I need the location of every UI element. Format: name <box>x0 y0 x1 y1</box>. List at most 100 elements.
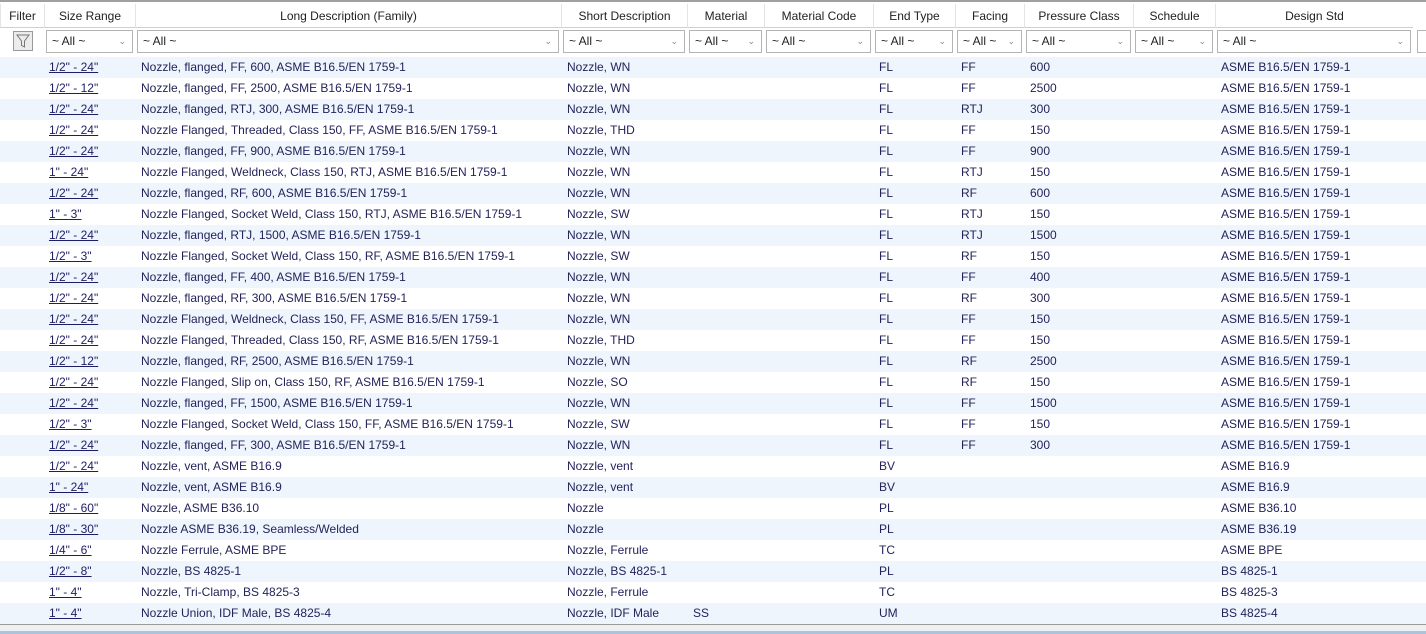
cell-short-description: Nozzle, WN <box>567 102 631 116</box>
cell-end-type: FL <box>879 333 894 347</box>
cell-short-description: Nozzle, WN <box>567 396 631 410</box>
filter-dropdown-design-std[interactable]: ~ All ~ ⌄ <box>1217 30 1411 53</box>
table-row[interactable]: 1/2" - 24" Nozzle, flanged, FF, 1500, ASM… <box>0 393 1426 414</box>
table-row[interactable]: 1/2" - 24" Nozzle, flanged, RTJ, 300, ASM… <box>0 99 1426 120</box>
size-range-link[interactable]: 1/8" - 60" <box>49 498 134 519</box>
size-range-link[interactable]: 1/2" - 24" <box>49 183 134 204</box>
cell-end-type: FL <box>879 438 894 452</box>
size-range-link[interactable]: 1/2" - 24" <box>49 372 134 393</box>
table-row[interactable]: 1/2" - 12" Nozzle, flanged, RF, 2500, ASM… <box>0 351 1426 372</box>
table-row[interactable]: 1/2" - 24" Nozzle, flanged, RF, 600, ASME… <box>0 183 1426 204</box>
table-row[interactable]: 1/2" - 8" Nozzle, BS 4825-1 Nozzle, BS 482… <box>0 561 1426 582</box>
table-row[interactable]: 1/2" - 24" Nozzle Flanged, Threaded, Clas… <box>0 330 1426 351</box>
table-row[interactable]: 1/2" - 24" Nozzle, flanged, FF, 900, ASME… <box>0 141 1426 162</box>
table-row[interactable]: 1/2" - 24" Nozzle, flanged, FF, 400, ASME… <box>0 267 1426 288</box>
filter-dropdown-short-description[interactable]: ~ All ~ ⌄ <box>563 30 685 53</box>
table-row[interactable]: 1" - 4" Nozzle Union, IDF Male, BS 4825-4… <box>0 603 1426 624</box>
table-row[interactable]: 1/2" - 24" Nozzle, flanged, FF, 600, ASME… <box>0 57 1426 78</box>
size-range-link[interactable]: 1/2" - 24" <box>49 141 134 162</box>
table-row[interactable]: 1/2" - 24" Nozzle, vent, ASME B16.9 Nozzle… <box>0 456 1426 477</box>
size-range-link[interactable]: 1/2" - 24" <box>49 267 134 288</box>
table-row[interactable]: 1/8" - 60" Nozzle, ASME B36.10 Nozzle PL ASM… <box>0 498 1426 519</box>
column-header-design-std[interactable]: Design Std <box>1215 4 1413 28</box>
size-range-link[interactable]: 1/2" - 24" <box>49 309 134 330</box>
size-range-link[interactable]: 1" - 24" <box>49 477 134 498</box>
table-row[interactable]: 1/2" - 24" Nozzle, flanged, FF, 300, ASME… <box>0 435 1426 456</box>
cell-end-type: FL <box>879 228 894 242</box>
column-header-size-range[interactable]: Size Range <box>44 4 135 28</box>
size-range-link[interactable]: 1/2" - 24" <box>49 57 134 78</box>
cell-end-type: FL <box>879 270 894 284</box>
cell-long-description-family-: Nozzle, flanged, FF, 2500, ASME B16.5/EN… <box>141 81 413 95</box>
filter-button[interactable] <box>13 31 33 51</box>
cell-short-description: Nozzle, Ferrule <box>567 585 649 599</box>
column-header-pressure-class[interactable]: Pressure Class <box>1024 4 1133 28</box>
horizontal-scrollbar[interactable] <box>0 624 1426 634</box>
size-range-link[interactable]: 1/8" - 30" <box>49 519 134 540</box>
size-range-link[interactable]: 1/2" - 24" <box>49 288 134 309</box>
size-range-link[interactable]: 1/2" - 24" <box>49 120 134 141</box>
filter-value: ~ All ~ <box>569 34 603 48</box>
cell-long-description-family-: Nozzle Flanged, Weldneck, Class 150, FF,… <box>141 312 499 326</box>
size-range-link[interactable]: 1/2" - 3" <box>49 414 134 435</box>
cell-long-description-family-: Nozzle Union, IDF Male, BS 4825-4 <box>141 606 332 620</box>
table-row[interactable]: 1/2" - 24" Nozzle, flanged, RTJ, 1500, AS… <box>0 225 1426 246</box>
table-row[interactable]: 1/2" - 24" Nozzle Flanged, Threaded, Clas… <box>0 120 1426 141</box>
table-row[interactable]: 1" - 24" Nozzle, vent, ASME B16.9 Nozzle, … <box>0 477 1426 498</box>
cell-short-description: Nozzle, THD <box>567 123 635 137</box>
size-range-link[interactable]: 1/2" - 24" <box>49 456 134 477</box>
table-row[interactable]: 1/2" - 24" Nozzle Flanged, Weldneck, Clas… <box>0 309 1426 330</box>
cell-short-description: Nozzle, SW <box>567 207 630 221</box>
filter-value: ~ All ~ <box>1141 34 1175 48</box>
table-row[interactable]: 1/2" - 3" Nozzle Flanged, Socket Weld, Cl… <box>0 414 1426 435</box>
cell-pressure-class: 150 <box>1030 375 1051 389</box>
filter-dropdown-material[interactable]: ~ All ~ ⌄ <box>689 30 762 53</box>
size-range-link[interactable]: 1/2" - 24" <box>49 225 134 246</box>
table-row[interactable]: 1/2" - 24" Nozzle Flanged, Slip on, Class… <box>0 372 1426 393</box>
table-row[interactable]: 1/4" - 6" Nozzle Ferrule, ASME BPE Nozzle,… <box>0 540 1426 561</box>
size-range-link[interactable]: 1/2" - 24" <box>49 393 134 414</box>
size-range-link[interactable]: 1/2" - 8" <box>49 561 134 582</box>
column-header-facing[interactable]: Facing <box>955 4 1024 28</box>
filter-dropdown-extra[interactable] <box>1417 30 1426 53</box>
table-row[interactable]: 1/8" - 30" Nozzle ASME B36.19, Seamless/W… <box>0 519 1426 540</box>
table-row[interactable]: 1" - 4" Nozzle, Tri-Clamp, BS 4825-3 Nozzl… <box>0 582 1426 603</box>
column-header-material-code[interactable]: Material Code <box>764 4 873 28</box>
column-header-long-description-family-[interactable]: Long Description (Family) <box>135 4 561 28</box>
filter-dropdown-long-description-family-[interactable]: ~ All ~ ⌄ <box>137 30 559 53</box>
table-row[interactable]: 1/2" - 3" Nozzle Flanged, Socket Weld, Cl… <box>0 246 1426 267</box>
cell-long-description-family-: Nozzle, BS 4825-1 <box>141 564 242 578</box>
size-range-link[interactable]: 1/2" - 12" <box>49 351 134 372</box>
cell-long-description-family-: Nozzle, flanged, FF, 900, ASME B16.5/EN … <box>141 144 406 158</box>
size-range-link[interactable]: 1/4" - 6" <box>49 540 134 561</box>
filter-dropdown-pressure-class[interactable]: ~ All ~ ⌄ <box>1026 30 1131 53</box>
filter-dropdown-schedule[interactable]: ~ All ~ ⌄ <box>1135 30 1213 53</box>
size-range-link[interactable]: 1" - 3" <box>49 204 134 225</box>
filter-dropdown-facing[interactable]: ~ All ~ ⌄ <box>957 30 1022 53</box>
column-header-filter[interactable]: Filter <box>0 4 44 28</box>
filter-value: ~ All ~ <box>52 34 86 48</box>
column-header-short-description[interactable]: Short Description <box>561 4 687 28</box>
cell-long-description-family-: Nozzle ASME B36.19, Seamless/Welded <box>141 522 359 536</box>
size-range-link[interactable]: 1/2" - 12" <box>49 78 134 99</box>
size-range-link[interactable]: 1/2" - 3" <box>49 246 134 267</box>
cell-facing: FF <box>961 81 976 95</box>
filter-dropdown-material-code[interactable]: ~ All ~ ⌄ <box>766 30 871 53</box>
filter-dropdown-size-range[interactable]: ~ All ~ ⌄ <box>46 30 133 53</box>
column-header-schedule[interactable]: Schedule <box>1133 4 1215 28</box>
table-row[interactable]: 1/2" - 24" Nozzle, flanged, RF, 300, ASME… <box>0 288 1426 309</box>
column-header-material[interactable]: Material <box>687 4 764 28</box>
table-row[interactable]: 1" - 3" Nozzle Flanged, Socket Weld, Clas… <box>0 204 1426 225</box>
table-row[interactable]: 1" - 24" Nozzle Flanged, Weldneck, Class … <box>0 162 1426 183</box>
size-range-link[interactable]: 1" - 4" <box>49 582 134 603</box>
size-range-link[interactable]: 1/2" - 24" <box>49 99 134 120</box>
column-header-end-type[interactable]: End Type <box>873 4 955 28</box>
size-range-link[interactable]: 1/2" - 24" <box>49 330 134 351</box>
size-range-link[interactable]: 1" - 4" <box>49 603 134 624</box>
size-range-link[interactable]: 1/2" - 24" <box>49 435 134 456</box>
cell-long-description-family-: Nozzle Flanged, Threaded, Class 150, FF,… <box>141 123 498 137</box>
cell-end-type: FL <box>879 165 894 179</box>
filter-dropdown-end-type[interactable]: ~ All ~ ⌄ <box>875 30 953 53</box>
size-range-link[interactable]: 1" - 24" <box>49 162 134 183</box>
table-row[interactable]: 1/2" - 12" Nozzle, flanged, FF, 2500, ASM… <box>0 78 1426 99</box>
